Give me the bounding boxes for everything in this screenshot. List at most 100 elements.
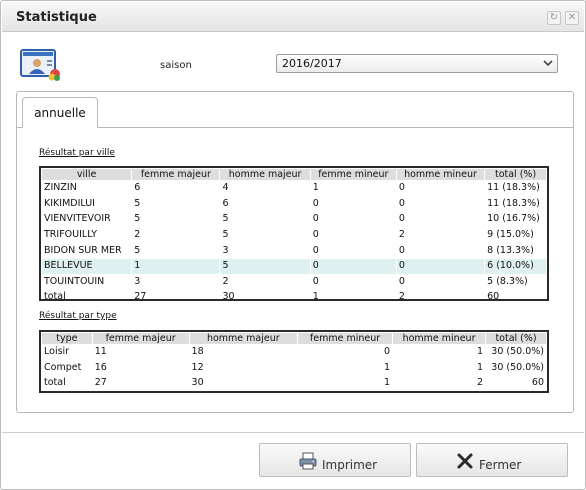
cell-total: 11 (18.3%) (487, 197, 540, 209)
cell-homme-majeur: 18 (191, 346, 204, 358)
column-header[interactable]: homme mineur (392, 333, 486, 344)
cell-type: Loisir (44, 346, 70, 358)
column-header[interactable]: homme majeur (189, 333, 298, 344)
cell-total: 8 (13.3%) (487, 244, 534, 256)
cell-femme-mineur: 0 (383, 346, 390, 358)
cell-femme-mineur: 1 (383, 361, 390, 373)
cell-homme-mineur: 0 (398, 244, 405, 256)
cell-femme-mineur: 1 (383, 377, 390, 389)
type-table: type femme majeur homme majeur femme min… (41, 332, 547, 392)
cell-femme-majeur: 5 (134, 213, 141, 225)
cell-homme-majeur: 30 (191, 377, 204, 389)
column-header[interactable]: femme majeur (132, 169, 220, 180)
tab-strip-divider (17, 127, 573, 128)
cell-homme-mineur: 0 (398, 213, 405, 225)
cell-ville: VIENVITEVOIR (44, 213, 111, 225)
footer-divider (2, 432, 584, 433)
type-table-box: type femme majeur homme majeur femme min… (39, 330, 549, 393)
refresh-icon[interactable]: ↻ (547, 11, 561, 25)
column-header[interactable]: total (%) (486, 333, 546, 344)
cell-ville: BELLEVUE (42, 258, 132, 274)
close-x-icon (457, 453, 473, 469)
close-icon[interactable]: ✕ (565, 11, 579, 25)
cell-total: 6 (10.0%) (485, 258, 546, 274)
cell-homme-majeur: 4 (222, 182, 229, 194)
cell-homme-mineur: 0 (398, 275, 405, 287)
cell-total: 5 (8.3%) (487, 275, 528, 287)
print-button-label: Imprimer (322, 458, 378, 472)
table-row[interactable]: BIDON SUR MER 5 3 0 0 8 (13.3%) (42, 243, 546, 258)
cell-homme-mineur: 0 (398, 182, 405, 194)
table-row[interactable]: TRIFOUILLY 2 5 0 2 9 (15.0%) (42, 228, 546, 243)
cell-homme-majeur: 3 (222, 244, 229, 256)
cell-total: 30 (50.0%) (491, 361, 544, 373)
cell-homme-majeur: 30 (222, 291, 235, 303)
cell-femme-majeur: 27 (94, 377, 107, 389)
ville-table-header: ville femme majeur homme majeur femme mi… (42, 169, 546, 180)
cell-homme-mineur: 2 (398, 229, 405, 241)
cell-femme-mineur: 0 (312, 229, 319, 241)
cell-total: 11 (18.3%) (487, 182, 540, 194)
column-header[interactable]: femme majeur (92, 333, 189, 344)
cell-ville: ZINZIN (44, 182, 77, 194)
printer-icon (299, 452, 317, 470)
cell-femme-mineur: 0 (310, 258, 396, 274)
table-row[interactable]: VIENVITEVOIR 5 5 0 0 10 (16.7%) (42, 212, 546, 227)
column-header[interactable]: ville (42, 169, 132, 180)
table-row[interactable]: Compet 16 12 1 1 30 (50.0%) (42, 361, 546, 376)
cell-femme-majeur: 6 (134, 182, 141, 194)
table-row[interactable]: TOUINTOUIN 3 2 0 0 5 (8.3%) (42, 275, 546, 290)
cell-ville: BIDON SUR MER (44, 244, 122, 256)
tab-annuelle[interactable]: annuelle (22, 97, 98, 128)
cell-homme-majeur: 12 (191, 361, 204, 373)
cell-femme-majeur: 16 (94, 361, 107, 373)
title-bar: Statistique ↻ ✕ (2, 2, 584, 32)
cell-ville: TOUINTOUIN (44, 275, 105, 287)
cell-homme-mineur: 1 (477, 346, 484, 358)
table-row[interactable]: ZINZIN 6 4 1 0 11 (18.3%) (42, 181, 546, 196)
saison-label: saison (160, 60, 192, 71)
table-row[interactable]: KIKIMDILUI 5 6 0 0 11 (18.3%) (42, 197, 546, 212)
cell-homme-majeur: 2 (222, 275, 229, 287)
column-header[interactable]: type (42, 333, 92, 344)
print-button[interactable]: Imprimer (259, 443, 411, 477)
column-header[interactable]: total (%) (485, 169, 546, 180)
cell-homme-majeur: 5 (220, 258, 310, 274)
window-title: Statistique (16, 10, 97, 25)
cell-femme-mineur: 0 (312, 197, 319, 209)
column-header[interactable]: femme mineur (298, 333, 392, 344)
cell-femme-majeur: 5 (134, 197, 141, 209)
saison-select[interactable]: 2016/2017 (276, 54, 558, 73)
cell-homme-majeur: 6 (222, 197, 229, 209)
table-row-selected[interactable]: BELLEVUE 1 5 0 0 6 (10.0%) (42, 258, 546, 274)
statistique-dialog: Statistique ↻ ✕ saison 2016/2017 annuell… (0, 0, 586, 490)
column-header[interactable]: homme mineur (396, 169, 485, 180)
user-card-icon (20, 49, 60, 81)
close-button[interactable]: Fermer (416, 443, 568, 477)
cell-type: total (44, 377, 66, 389)
cell-total: 10 (16.7%) (487, 213, 540, 225)
type-table-header: type femme majeur homme majeur femme min… (42, 333, 546, 344)
table-row[interactable]: Loisir 11 18 0 1 30 (50.0%) (42, 345, 546, 360)
cell-homme-mineur: 0 (396, 258, 485, 274)
cell-homme-mineur: 1 (477, 361, 484, 373)
cell-femme-mineur: 1 (312, 182, 319, 194)
column-header[interactable]: femme mineur (310, 169, 396, 180)
cell-femme-mineur: 0 (312, 213, 319, 225)
cell-total: 30 (50.0%) (491, 346, 544, 358)
cell-homme-mineur: 2 (477, 377, 484, 389)
cell-femme-majeur: 11 (94, 346, 107, 358)
cell-femme-majeur: 27 (134, 291, 147, 303)
type-section-title: Résultat par type (39, 311, 117, 321)
cell-ville: TRIFOUILLY (44, 229, 98, 241)
cell-femme-mineur: 0 (312, 244, 319, 256)
cell-total: 60 (531, 377, 544, 389)
close-button-label: Fermer (479, 458, 522, 472)
chevron-down-icon (543, 60, 553, 67)
column-header[interactable]: homme majeur (220, 169, 310, 180)
cell-type: Compet (44, 361, 82, 373)
cell-total: 9 (15.0%) (487, 229, 534, 241)
ville-table-box: ville femme majeur homme majeur femme mi… (39, 166, 549, 302)
saison-select-value: 2016/2017 (282, 57, 342, 70)
cell-total: 60 (487, 291, 500, 303)
